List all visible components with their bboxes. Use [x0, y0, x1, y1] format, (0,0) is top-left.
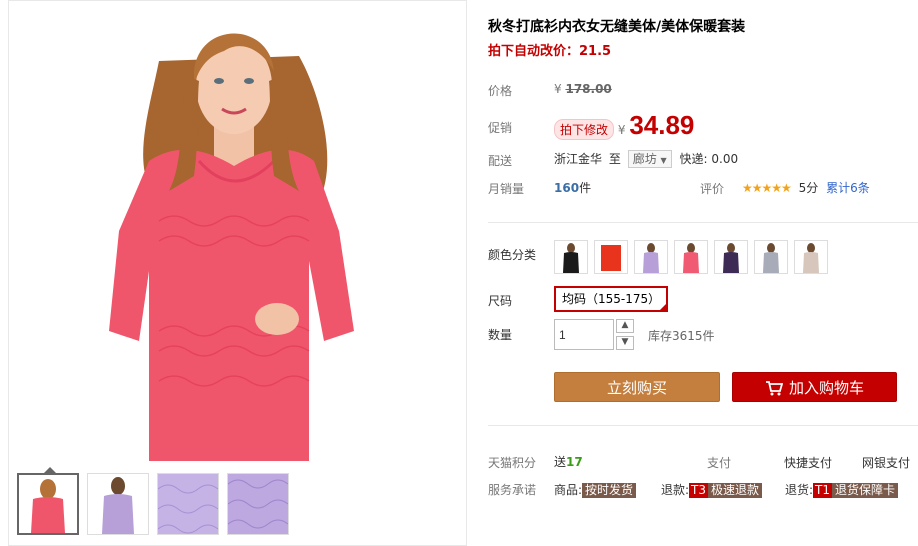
color-label: 颜色分类 — [488, 248, 537, 262]
currency-symbol: ¥ — [554, 82, 562, 96]
color-swatch-purple[interactable] — [714, 240, 748, 274]
chevron-up-icon: ▲ — [621, 320, 629, 330]
points-label: 天猫积分 — [488, 456, 537, 470]
color-swatch-pink[interactable] — [674, 240, 708, 274]
service-label: 服务承诺 — [488, 483, 537, 497]
quantity-increase-button[interactable]: ▲ — [616, 319, 634, 333]
selected-check-corner-icon — [658, 302, 669, 312]
promo-price-value: 34.89 — [629, 110, 695, 140]
promo-badge: 拍下修改 — [554, 119, 615, 140]
ship-from: 浙江金华 — [554, 152, 603, 166]
reviews-link[interactable]: 累计6条 — [826, 181, 870, 195]
product-gallery — [8, 0, 467, 546]
chevron-down-icon: ▼ — [660, 156, 667, 165]
quick-pay-link[interactable]: 快捷支付 — [784, 454, 832, 471]
shipping-fee: 快递: 0.00 — [679, 152, 739, 166]
rating: ★★★★★ 5分 累计6条 — [742, 179, 870, 196]
monthly-sales-label: 月销量 — [488, 182, 525, 196]
thumbnail-4[interactable] — [227, 473, 289, 535]
quantity-label: 数量 — [488, 328, 513, 342]
color-swatch-beige[interactable] — [794, 240, 828, 274]
service-return-label: 退货: — [785, 483, 814, 497]
shipping-label: 配送 — [488, 154, 513, 168]
main-product-image[interactable] — [9, 1, 466, 461]
service-return: 退货: T1 退货保障卡 — [785, 481, 899, 498]
payment-label: 支付 — [707, 456, 732, 470]
monthly-sales: 160件 — [554, 179, 591, 196]
return-code-badge: T1 — [813, 483, 833, 498]
original-price-value: 178.00 — [565, 82, 612, 96]
promo-currency: ¥ — [617, 123, 626, 137]
quantity-decrease-button[interactable]: ▼ — [616, 336, 634, 350]
add-to-cart-label: 加入购物车 — [788, 379, 864, 397]
divider — [488, 425, 918, 426]
refund-code-badge: T3 — [689, 483, 709, 498]
promo-price: 拍下修改 ¥ 34.89 — [554, 110, 694, 141]
shipping-info: 浙江金华 至 廊坊 ▼ 快递: 0.00 — [554, 150, 738, 168]
destination-select[interactable]: 廊坊 ▼ — [627, 150, 672, 168]
points-prefix: 送 — [554, 455, 567, 469]
return-card-badge[interactable]: 退货保障卡 — [832, 483, 899, 498]
stock-count: 库存3615件 — [648, 329, 715, 343]
fast-refund-badge[interactable]: 极速退款 — [708, 483, 763, 498]
size-label: 尺码 — [488, 294, 513, 308]
thumbnail-2[interactable] — [87, 473, 149, 535]
auto-price-note: 拍下自动改价：21.5 — [488, 44, 612, 59]
original-price: ¥ 178.00 — [554, 82, 612, 96]
thumbnail-3[interactable] — [157, 473, 219, 535]
sales-unit: 件 — [579, 181, 592, 195]
add-to-cart-button[interactable]: 加入购物车 — [732, 372, 897, 402]
price-label: 价格 — [488, 84, 513, 98]
on-time-shipping-badge[interactable]: 按时发货 — [582, 483, 637, 498]
star-rating-icon: ★★★★★ — [742, 181, 792, 195]
product-page: 秋冬打底衫内衣女无缝美体/美体保暖套装 拍下自动改价：21.5 价格 ¥ 178… — [0, 0, 918, 546]
thumbnail-1[interactable] — [17, 473, 79, 535]
service-goods: 商品: 按时发货 — [554, 481, 637, 498]
chevron-down-icon: ▼ — [621, 337, 629, 347]
points-info: 送17 — [554, 453, 583, 470]
service-goods-label: 商品: — [554, 483, 583, 497]
service-refund: 退款: T3 极速退款 — [661, 481, 763, 498]
divider — [488, 222, 918, 223]
quantity-input[interactable] — [554, 319, 614, 350]
product-title: 秋冬打底衫内衣女无缝美体/美体保暖套装 — [488, 19, 746, 35]
rating-score: 5分 — [798, 181, 819, 195]
color-swatch-grey[interactable] — [754, 240, 788, 274]
buy-now-label: 立刻购买 — [606, 379, 667, 397]
points-value: 17 — [566, 455, 583, 469]
ship-to-word: 至 — [608, 152, 621, 166]
sales-count: 160 — [554, 181, 580, 195]
bank-pay-link[interactable]: 网银支付 — [862, 454, 910, 471]
destination-value: 廊坊 — [632, 152, 657, 166]
rating-label: 评价 — [700, 182, 725, 196]
color-swatch-black[interactable] — [554, 240, 588, 274]
promo-label: 促销 — [488, 121, 513, 135]
cart-icon — [765, 381, 783, 396]
service-refund-label: 退款: — [661, 483, 690, 497]
size-value: 均码（155-175） — [562, 292, 661, 306]
buy-now-button[interactable]: 立刻购买 — [554, 372, 720, 402]
size-option-selected[interactable]: 均码（155-175） — [554, 286, 669, 312]
color-swatch-red[interactable] — [594, 240, 628, 274]
color-swatch-lavender[interactable] — [634, 240, 668, 274]
